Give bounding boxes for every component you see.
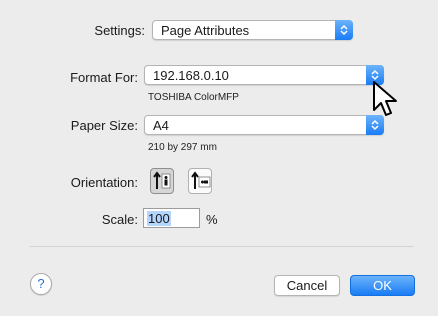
- portrait-orientation-button[interactable]: [150, 168, 174, 194]
- paper-size-label: Paper Size:: [70, 118, 138, 133]
- portrait-icon: [153, 171, 171, 189]
- scale-label: Scale:: [101, 212, 138, 227]
- paper-size-popup[interactable]: A4: [144, 115, 384, 135]
- scale-value: 100: [147, 211, 171, 226]
- settings-chevron-icon: [335, 20, 353, 40]
- printer-name: TOSHIBA ColorMFP: [148, 92, 239, 103]
- settings-popup[interactable]: Page Attributes: [152, 20, 353, 40]
- mouse-pointer-icon: [373, 81, 397, 116]
- ok-button[interactable]: OK: [350, 275, 415, 296]
- paper-dimensions: 210 by 297 mm: [148, 142, 217, 153]
- settings-label: Settings:: [94, 23, 145, 38]
- format-for-value: 192.168.0.10: [153, 68, 229, 83]
- landscape-icon: [191, 171, 211, 189]
- settings-value: Page Attributes: [161, 23, 250, 38]
- landscape-orientation-button[interactable]: [188, 168, 212, 194]
- format-for-popup[interactable]: 192.168.0.10: [144, 65, 384, 85]
- orientation-label: Orientation:: [70, 175, 138, 190]
- paper-size-value: A4: [153, 118, 169, 133]
- scale-input[interactable]: 100: [143, 208, 200, 228]
- help-button[interactable]: ?: [30, 273, 52, 295]
- scale-unit: %: [206, 212, 218, 227]
- format-for-label: Format For:: [70, 70, 138, 85]
- cancel-button[interactable]: Cancel: [274, 275, 340, 296]
- divider: [30, 246, 414, 247]
